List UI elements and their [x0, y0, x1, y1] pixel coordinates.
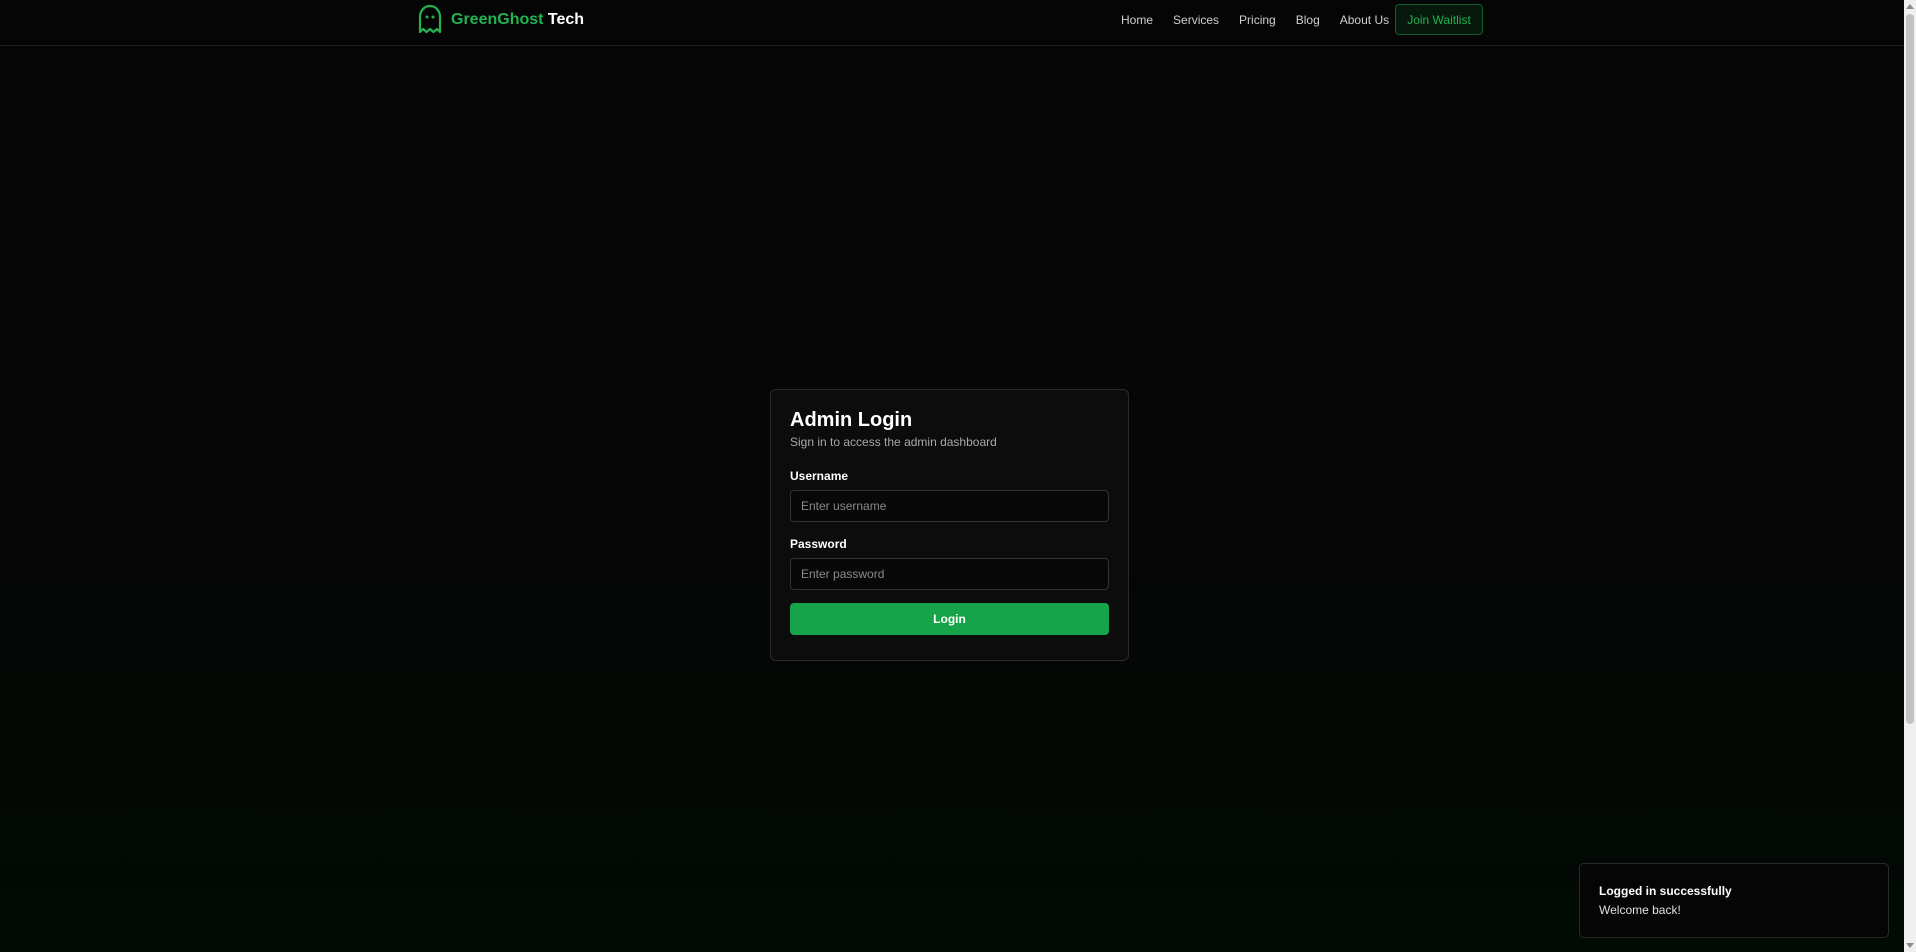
nav-link-home[interactable]: Home: [1121, 13, 1153, 27]
scroll-down-arrow-icon[interactable]: [1906, 943, 1914, 948]
nav-link-blog[interactable]: Blog: [1296, 13, 1320, 27]
ghost-icon: [417, 4, 443, 36]
brand-name: GreenGhost Tech: [451, 11, 584, 29]
login-title: Admin Login: [790, 409, 913, 431]
toast-title: Logged in successfully: [1599, 884, 1732, 898]
login-button[interactable]: Login: [790, 603, 1109, 635]
page-scrollbar[interactable]: [1904, 0, 1916, 952]
toast-description: Welcome back!: [1599, 903, 1681, 917]
join-waitlist-button[interactable]: Join Waitlist: [1395, 4, 1483, 35]
scroll-up-arrow-icon[interactable]: [1906, 4, 1914, 9]
nav-link-about-us[interactable]: About Us: [1340, 13, 1389, 27]
login-subtitle: Sign in to access the admin dashboard: [790, 435, 997, 449]
nav-link-pricing[interactable]: Pricing: [1239, 13, 1276, 27]
brand-name-secondary: Tech: [547, 11, 585, 28]
brand-logo[interactable]: GreenGhost Tech: [417, 4, 584, 36]
password-input[interactable]: [790, 558, 1109, 590]
main-nav: Home Services Pricing Blog About Us: [1121, 10, 1409, 30]
brand-name-primary: GreenGhost: [451, 11, 544, 28]
nav-link-services[interactable]: Services: [1173, 13, 1219, 27]
admin-login-card: Admin Login Sign in to access the admin …: [770, 389, 1129, 661]
username-label: Username: [790, 469, 849, 483]
scrollbar-thumb[interactable]: [1906, 14, 1914, 724]
username-input[interactable]: [790, 490, 1109, 522]
password-label: Password: [790, 537, 847, 551]
success-toast: Logged in successfully Welcome back!: [1579, 863, 1889, 938]
top-navbar: GreenGhost Tech Home Services Pricing Bl…: [0, 0, 1904, 46]
